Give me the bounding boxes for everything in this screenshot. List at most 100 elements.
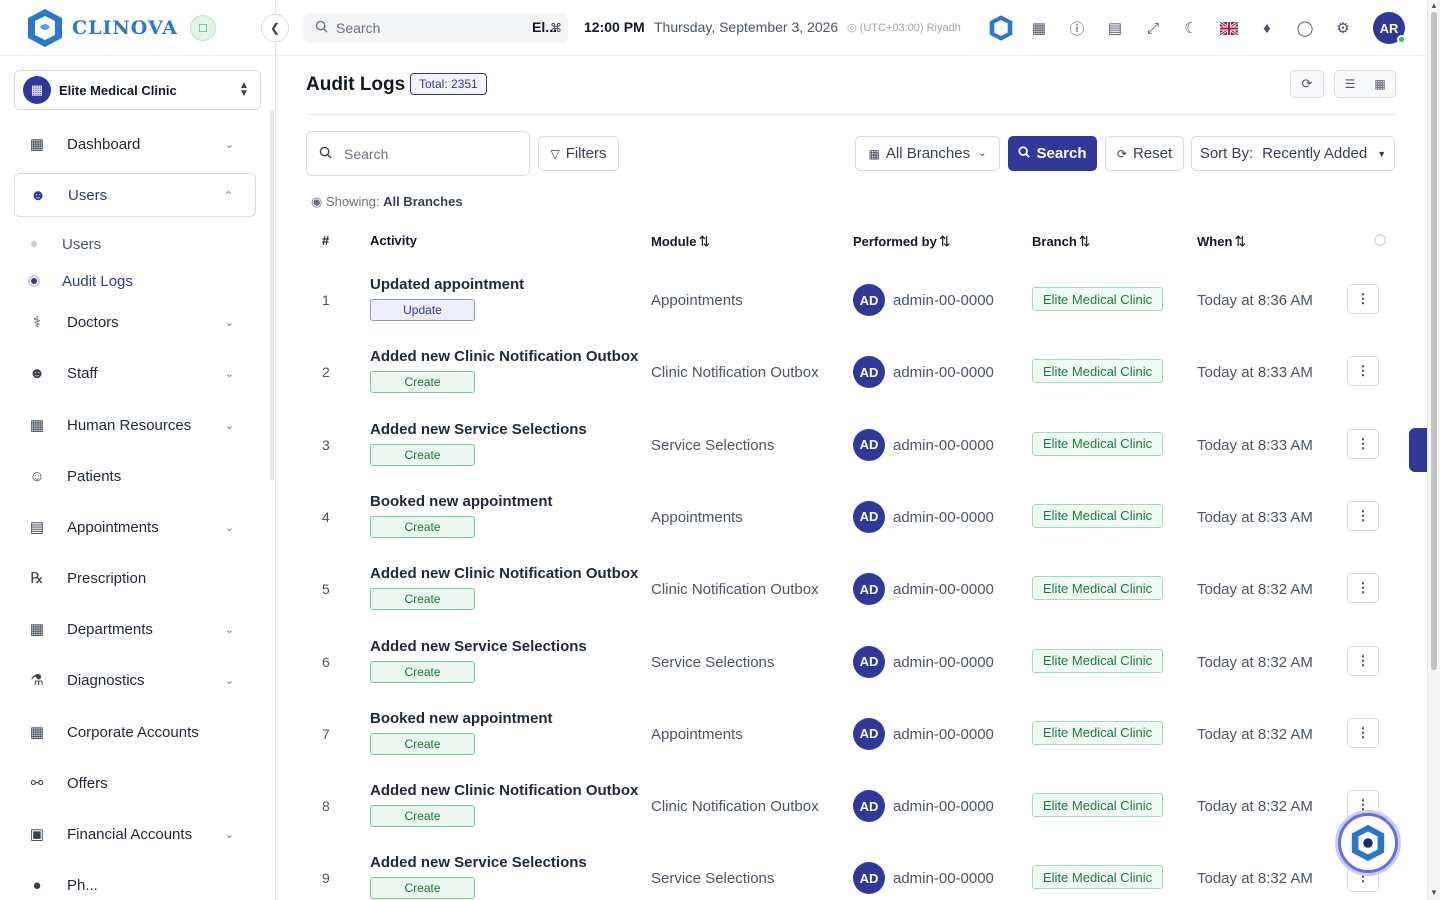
- building-icon: ▦: [29, 417, 45, 434]
- filters-button-label: Filters: [565, 145, 607, 162]
- sidebar-item-staff[interactable]: ☻ Staff ⌄: [14, 351, 256, 395]
- bell-icon[interactable]: ♦: [1248, 12, 1286, 44]
- row-actions-button[interactable]: ⋮: [1347, 717, 1379, 748]
- help-icon[interactable]: ⓘ: [1058, 12, 1096, 44]
- sort-select[interactable]: Sort By: Recently Added ▼: [1191, 136, 1395, 171]
- page-scrollbar[interactable]: ▲ ▼: [1427, 0, 1440, 900]
- sidebar-item-label: Dashboard: [67, 135, 141, 153]
- chat-icon[interactable]: ◯: [1286, 12, 1324, 44]
- row-actions-button[interactable]: ⋮: [1347, 356, 1379, 387]
- brand-shortcut-icon[interactable]: [982, 12, 1020, 44]
- showing-value: All Branches: [383, 194, 463, 209]
- performer-name[interactable]: admin-00-0000: [893, 654, 994, 671]
- clipboard-icon[interactable]: ▤: [1096, 12, 1134, 44]
- performer-name[interactable]: admin-00-0000: [893, 437, 994, 454]
- sidebar-item-patients[interactable]: ☺ Patients: [14, 454, 256, 498]
- chevron-down-icon: ⌄: [224, 367, 234, 380]
- moon-icon[interactable]: ☾: [1172, 12, 1210, 44]
- branch-badge: Elite Medical Clinic: [1032, 359, 1164, 384]
- scroll-down-icon[interactable]: ▼: [1430, 888, 1438, 897]
- showing-prefix: Showing:: [325, 194, 380, 209]
- col-header-performed-by[interactable]: Performed by ⇅: [853, 233, 951, 250]
- row-actions-button[interactable]: ⋮: [1347, 573, 1379, 604]
- submenu-item-users[interactable]: Users: [62, 236, 101, 253]
- clinic-selector[interactable]: ▦ Elite Medical Clinic ▲ ▼: [14, 70, 261, 110]
- sidebar-item-label: Human Resources: [67, 416, 192, 434]
- row-actions-button[interactable]: ⋮: [1347, 284, 1379, 314]
- hospital-badge-icon[interactable]: □: [189, 14, 216, 41]
- row-actions-button[interactable]: ⋮: [1347, 428, 1379, 459]
- sidebar-item-departments[interactable]: ▦ Departments ⌄: [14, 607, 256, 651]
- funnel-icon: ▽: [550, 146, 560, 161]
- fullscreen-icon[interactable]: ⤢: [1134, 12, 1172, 44]
- performer-name[interactable]: admin-00-0000: [893, 870, 994, 887]
- row-actions-button[interactable]: ⋮: [1347, 645, 1379, 676]
- sidebar-item-users[interactable]: ☻ Users ⌃: [14, 173, 256, 217]
- uk-flag-icon[interactable]: [1210, 12, 1248, 44]
- sort-value: Recently Added: [1262, 145, 1368, 162]
- search-scope-label[interactable]: El...: [532, 19, 557, 35]
- sidebar-item-appointments[interactable]: ▤ Appointments ⌄: [14, 505, 256, 549]
- assistant-chat-button[interactable]: [1338, 813, 1398, 873]
- performer-avatar: AD: [853, 284, 885, 316]
- side-panel-tab[interactable]: [1409, 428, 1427, 472]
- performer-name[interactable]: admin-00-0000: [893, 726, 994, 743]
- sidebar-item-dashboard[interactable]: ▦ Dashboard ⌄: [14, 122, 256, 166]
- sidebar-item-offers[interactable]: ⚯ Offers: [14, 761, 256, 805]
- performer-name[interactable]: admin-00-0000: [893, 364, 994, 381]
- sidebar-item-human-resources[interactable]: ▦ Human Resources ⌄: [14, 403, 256, 447]
- sidebar-item-label: Patients: [67, 467, 122, 485]
- scroll-up-icon[interactable]: ▲: [1430, 1, 1438, 10]
- col-header-branch[interactable]: Branch ⇅: [1032, 233, 1091, 250]
- filter-search-input[interactable]: Search: [306, 131, 530, 176]
- performer-name[interactable]: admin-00-0000: [893, 798, 994, 815]
- sort-arrows-icon: ⇅: [938, 233, 951, 249]
- row-actions-button[interactable]: ⋮: [1347, 500, 1379, 531]
- branch-select[interactable]: ▦ All Branches ⌄: [855, 136, 1000, 171]
- grid-view-icon[interactable]: ▦: [1365, 71, 1395, 97]
- page-scrollbar-thumb[interactable]: [1431, 12, 1437, 670]
- clinova-logo-icon[interactable]: [24, 7, 66, 49]
- list-view-icon[interactable]: ☰: [1335, 71, 1365, 97]
- filters-button[interactable]: ▽ Filters: [538, 136, 619, 171]
- timestamp: Today at 8:32 AM: [1197, 725, 1313, 743]
- sidebar-item-label: Doctors: [67, 313, 119, 331]
- user-avatar[interactable]: AR: [1373, 12, 1406, 44]
- sidebar-item-label: Financial Accounts: [67, 825, 193, 843]
- apps-icon[interactable]: ▦: [1020, 12, 1058, 44]
- sidebar-item-financial-accounts[interactable]: ▣ Financial Accounts ⌄: [14, 812, 256, 856]
- table-row: 3 Added new Service Selections Create Servi…: [306, 409, 1396, 481]
- col-header-branch-label: Branch: [1032, 234, 1077, 249]
- gear-icon[interactable]: ⚙: [1324, 12, 1362, 44]
- module-name: Appointments: [651, 508, 743, 526]
- sidebar-item-prescription[interactable]: ℞ Prescription: [14, 556, 256, 600]
- sidebar-item-corporate-accounts[interactable]: ▦ Corporate Accounts: [14, 710, 256, 754]
- sort-arrows-icon: ⇅: [1078, 233, 1091, 249]
- module-name: Service Selections: [651, 653, 775, 671]
- module-name: Clinic Notification Outbox: [651, 798, 819, 816]
- submenu-item-audit-logs[interactable]: Audit Logs: [62, 273, 133, 290]
- search-icon: [315, 20, 328, 36]
- performer-name[interactable]: admin-00-0000: [893, 581, 994, 598]
- action-type-badge: Create: [370, 515, 475, 538]
- activity-text: Added new Service Selections: [370, 420, 587, 438]
- global-search-input[interactable]: Search ⌘: [303, 13, 568, 43]
- refresh-button[interactable]: ⟳: [1290, 70, 1324, 98]
- sidebar-item-doctors[interactable]: ⚕ Doctors ⌄: [14, 300, 256, 344]
- action-type-badge: Create: [370, 443, 475, 466]
- col-header-module[interactable]: Module ⇅: [651, 233, 710, 250]
- collapse-sidebar-button[interactable]: ❮: [261, 14, 289, 42]
- col-header-when[interactable]: When ⇅: [1197, 233, 1246, 250]
- sidebar-item-diagnostics[interactable]: ⚗ Diagnostics ⌄: [14, 658, 256, 702]
- kebab-menu-icon: ⋮: [1356, 291, 1370, 306]
- reset-button[interactable]: ⟳ Reset: [1105, 136, 1184, 171]
- sidebar-item-ph[interactable]: ● Ph...: [14, 863, 256, 900]
- chevron-up-icon: ⌃: [223, 189, 233, 202]
- performer-name[interactable]: admin-00-0000: [893, 292, 994, 309]
- timezone-value: (UTC+03:00) Riyadh: [859, 22, 961, 34]
- search-button[interactable]: Search: [1008, 136, 1097, 171]
- action-type-badge: Create: [370, 588, 475, 611]
- performer-name[interactable]: admin-00-0000: [893, 509, 994, 526]
- sidebar-scrollbar[interactable]: [270, 110, 274, 480]
- table-row: 1 Updated appointment Update Appointments AD…: [306, 264, 1396, 336]
